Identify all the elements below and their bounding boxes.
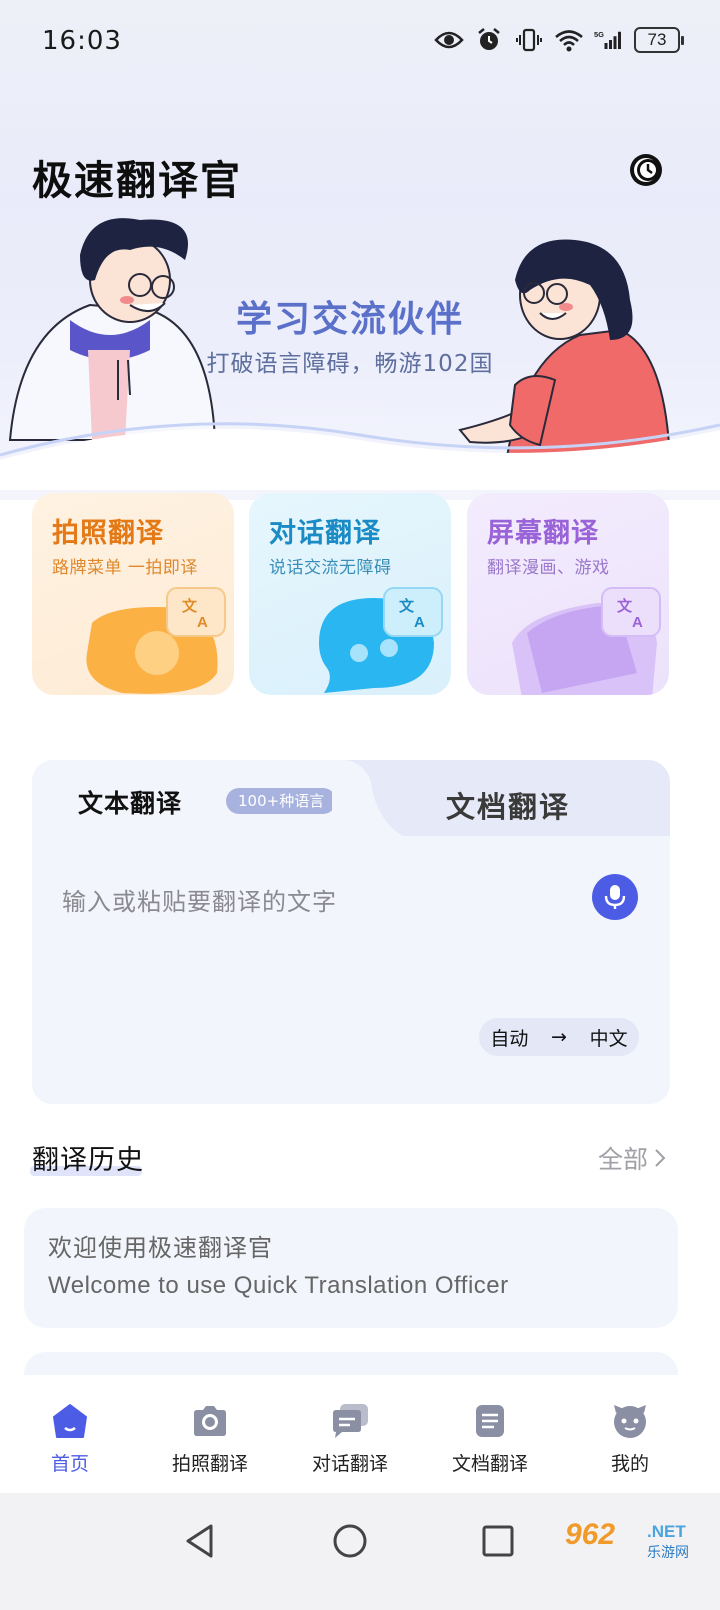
language-switch[interactable]: 自动 → 中文 (479, 1018, 639, 1056)
tab-label: 文本翻译 (78, 789, 183, 818)
app-title: 极速翻译官 (32, 158, 242, 204)
svg-text:文: 文 (399, 597, 415, 615)
card-title: 对话翻译 (269, 518, 381, 549)
nav-item-photo-translate[interactable]: 拍照翻译 (140, 1375, 280, 1493)
text-input-area[interactable]: 输入或粘贴要翻译的文字 自动 → 中文 (32, 836, 670, 1104)
status-bar: 16:03 5G 73 (0, 0, 720, 84)
hero-subtitle: 打破语言障碍，畅游102国 (206, 351, 494, 377)
nav-label: 首页 (50, 1453, 89, 1475)
history-item[interactable]: 欢迎使用极速翻译官 Welcome to use Quick Translati… (24, 1208, 678, 1328)
status-time: 16:03 (42, 26, 122, 56)
svg-text:A: A (632, 614, 643, 631)
photo-translate-card[interactable]: 文 A 拍照翻译 路牌菜单 一拍即译 (32, 493, 234, 695)
view-all-label: 全部 (598, 1145, 649, 1174)
signal-5g-icon: 5G (594, 26, 624, 54)
home-icon (53, 1404, 87, 1438)
home-circle-icon (333, 1524, 367, 1558)
tab-text-translate[interactable]: 文本翻译 100+种语言 (32, 760, 372, 840)
history-view-all[interactable]: 全部 (598, 1140, 666, 1176)
translate-panel: 文本翻译 100+种语言 文档翻译 输入或粘贴要翻译的文字 自动 → 中文 (32, 760, 670, 1104)
tab-document-translate[interactable]: 文档翻译 (446, 784, 570, 826)
card-title: 拍照翻译 (52, 518, 164, 549)
back-triangle-icon (186, 1524, 213, 1558)
eye-icon (434, 26, 464, 54)
alarm-icon (474, 26, 504, 54)
wifi-icon (554, 26, 584, 54)
nav-item-dialog-translate[interactable]: 对话翻译 (280, 1375, 420, 1493)
hero-title: 学习交流伙伴 (235, 299, 464, 340)
back-button[interactable] (170, 1511, 230, 1571)
document-icon (476, 1405, 504, 1437)
chevron-right-icon (655, 1149, 666, 1167)
nav-label: 对话翻译 (311, 1453, 388, 1475)
watermark-number: 962 (565, 1518, 616, 1551)
recents-square-icon (482, 1525, 514, 1557)
svg-text:文: 文 (617, 597, 633, 615)
status-icons: 5G 73 (434, 26, 684, 54)
camera-icon (194, 1406, 226, 1436)
svg-text:文: 文 (182, 597, 198, 615)
svg-text:5G: 5G (594, 30, 604, 39)
hero-banner: 学习交流伙伴 打破语言障碍，畅游102国 (0, 210, 720, 490)
history-target-text: Welcome to use Quick Translation Officer (48, 1272, 509, 1299)
history-clock-button[interactable] (626, 150, 666, 190)
input-placeholder: 输入或粘贴要翻译的文字 (62, 888, 337, 916)
clock-icon (630, 154, 662, 186)
hero-wave (0, 422, 720, 490)
nav-label: 拍照翻译 (171, 1453, 248, 1475)
language-count-badge: 100+种语言 (226, 788, 337, 814)
nav-item-home[interactable]: 首页 (0, 1375, 140, 1493)
card-title: 屏幕翻译 (487, 518, 599, 549)
chat-icon (333, 1404, 368, 1438)
card-subtitle: 说话交流无障碍 (269, 558, 392, 578)
history-title: 翻译历史 (32, 1145, 144, 1176)
nav-label: 文档翻译 (451, 1453, 528, 1475)
nav-item-profile[interactable]: 我的 (560, 1375, 700, 1493)
nav-item-document-translate[interactable]: 文档翻译 (420, 1375, 560, 1493)
microphone-button[interactable] (592, 874, 638, 920)
screen-translate-card[interactable]: 文 A 屏幕翻译 翻译漫画、游戏 (467, 493, 669, 695)
source-language: 自动 (490, 1027, 529, 1050)
vibrate-icon (514, 26, 544, 54)
arrow-right-icon: → (551, 1026, 567, 1048)
battery-indicator: 73 (634, 27, 684, 53)
bottom-navigation: 首页 拍照翻译 对话翻译 文档翻译 我的 (0, 1375, 720, 1493)
recents-button[interactable] (468, 1511, 528, 1571)
dialog-translate-card[interactable]: 文 A 对话翻译 说话交流无障碍 (249, 493, 451, 695)
card-subtitle: 翻译漫画、游戏 (487, 558, 610, 578)
home-system-button[interactable] (320, 1511, 380, 1571)
svg-text:A: A (197, 614, 208, 631)
nav-label: 我的 (610, 1453, 649, 1475)
svg-text:A: A (414, 614, 425, 631)
watermark-net: .NET (647, 1522, 686, 1541)
watermark-sub: 乐游网 (647, 1545, 689, 1561)
profile-icon (614, 1405, 646, 1438)
site-watermark-logo: 962 .NET 乐游网 (565, 1518, 695, 1564)
history-source-text: 欢迎使用极速翻译官 (48, 1234, 273, 1262)
microphone-icon (604, 885, 626, 909)
card-subtitle: 路牌菜单 一拍即译 (52, 558, 198, 578)
target-language: 中文 (589, 1027, 628, 1050)
tab-curve (332, 760, 412, 840)
